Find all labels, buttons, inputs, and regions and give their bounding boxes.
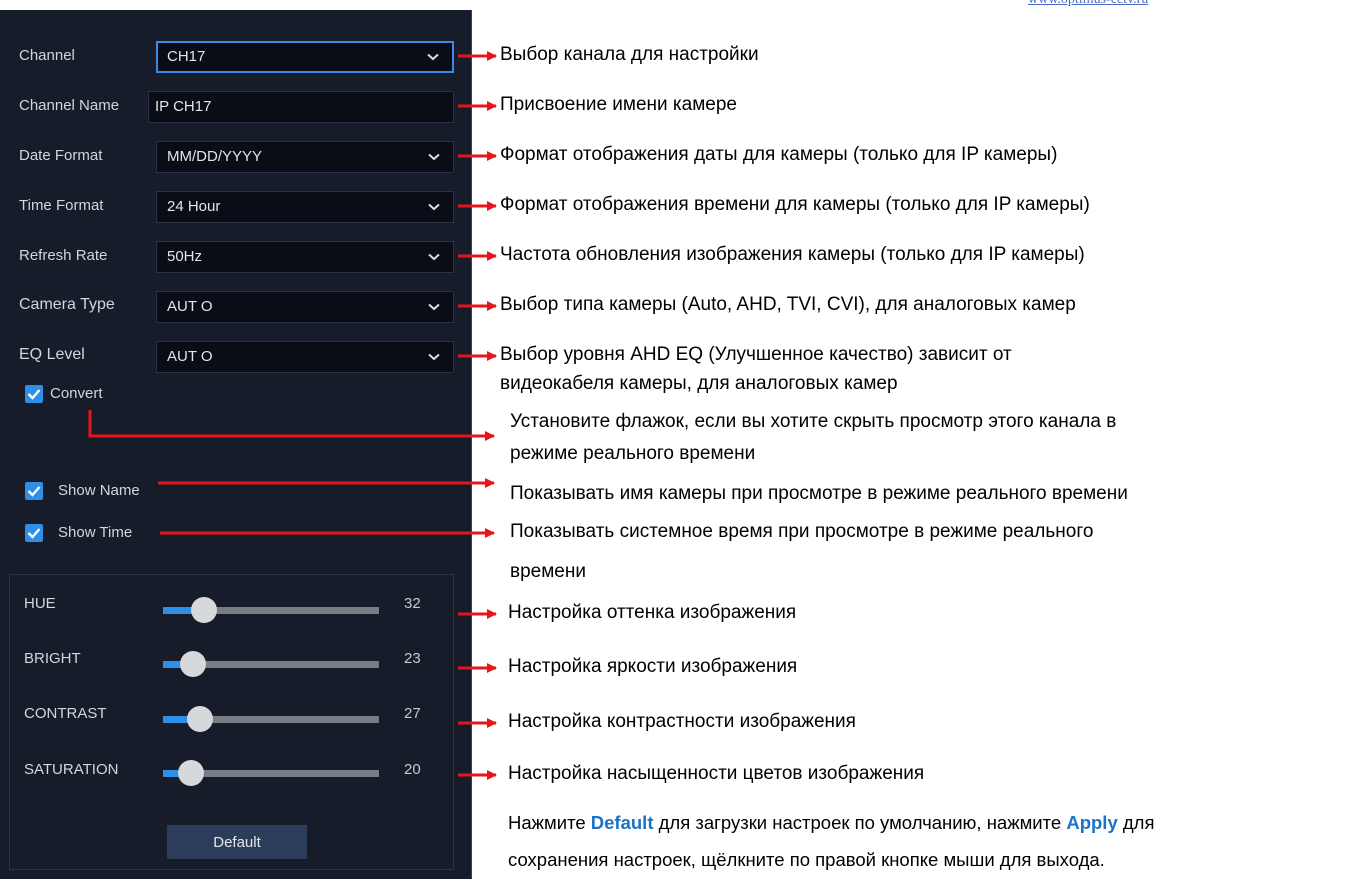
note-convert-line1: Установите флажок, если вы хотите скрыть… [510,411,1117,432]
footer-text-3: для [1117,812,1155,833]
annotation-arrows [88,51,497,780]
note-show-name: Показывать имя камеры при просмотре в ре… [510,483,1128,504]
footer-apply-keyword: Apply [1066,812,1118,833]
note-refresh-rate: Частота обновления изображения камеры (т… [500,244,1085,265]
note-show-time-line1: Показывать системное время при просмотре… [510,521,1094,542]
note-convert-line2: режиме реального времени [510,443,756,464]
arrow-convert [88,410,495,441]
note-date-format: Формат отображения даты для камеры (толь… [500,144,1058,165]
note-saturation: Настройка насыщенности цветов изображени… [508,763,925,784]
note-bright: Настройка яркости изображения [508,656,798,677]
note-show-time-line2: времени [510,561,586,582]
note-footer-line2: сохранения настроек, щёлкните по правой … [508,849,1105,870]
footer-text-2: для загрузки настроек по умолчанию, нажм… [653,812,1067,833]
footer-text-1: Нажмите [508,812,591,833]
note-hue: Настройка оттенка изображения [508,602,797,623]
footer-default-keyword: Default [590,812,654,833]
note-time-format: Формат отображения времени для камеры (т… [500,194,1090,215]
note-contrast: Настройка контрастности изображения [508,711,856,732]
note-eq-level-line2: видеокабеля камеры, для аналоговых камер [500,373,898,394]
note-channel-name: Присвоение имени камере [500,94,737,115]
note-camera-type: Выбор типа камеры (Auto, AHD, TVI, CVI),… [500,294,1076,315]
note-footer-line1: Нажмите Default для загрузки настроек по… [508,812,1154,834]
note-channel: Выбор канала для настройки [500,44,759,65]
note-eq-level-line1: Выбор уровня AHD EQ (Улучшенное качество… [500,344,1012,365]
